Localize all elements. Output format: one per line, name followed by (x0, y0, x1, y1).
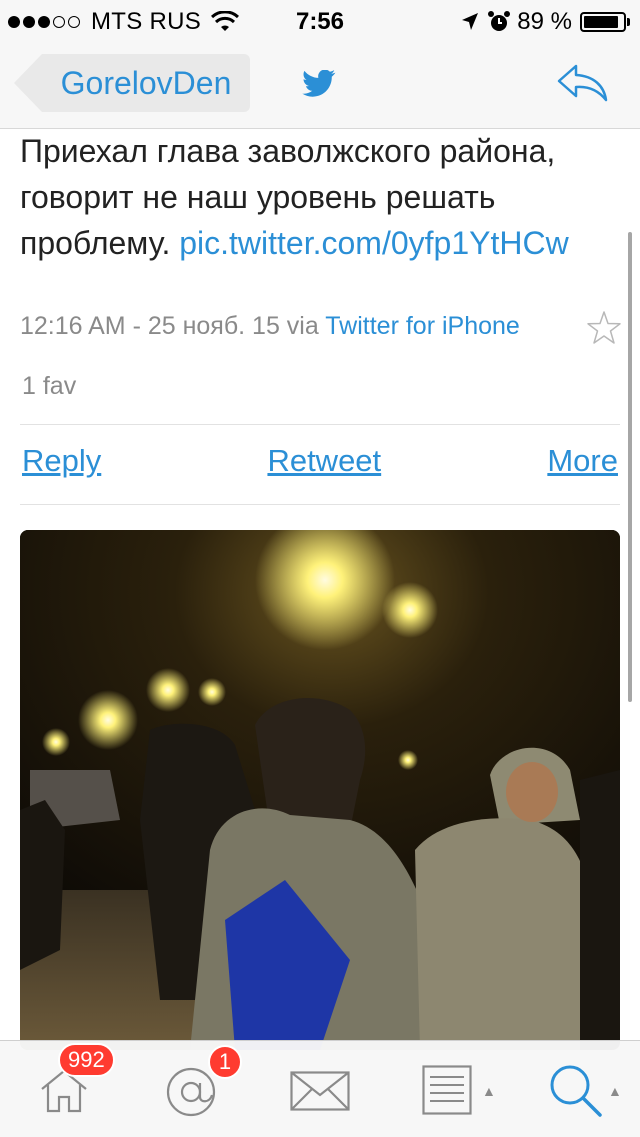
tweet-timestamp: 12:16 AM - 25 нояб. 15 via (20, 312, 319, 340)
tweet-link[interactable]: pic.twitter.com/0yfp1YtHCw (179, 225, 568, 261)
more-button[interactable]: More (547, 443, 618, 479)
mentions-badge: 1 (208, 1045, 242, 1079)
status-bar: MTS RUS 7:56 89 % (0, 0, 640, 40)
status-right: 89 % (461, 8, 630, 36)
tweet-meta: 12:16 AM - 25 нояб. 15 via Twitter for i… (20, 312, 620, 341)
tweet-photo[interactable] (20, 530, 620, 1050)
battery-icon (580, 12, 626, 32)
twitter-bird-icon (302, 70, 336, 97)
alarm-icon (488, 11, 511, 31)
tweet-source-link[interactable]: Twitter for iPhone (325, 312, 520, 340)
caret-up-icon: ▲ (482, 1083, 496, 1099)
mentions-icon (166, 1067, 216, 1117)
battery-level (584, 16, 618, 28)
lists-icon (422, 1065, 472, 1115)
tab-lists[interactable]: ▲ (384, 1041, 512, 1137)
home-badge: 992 (58, 1043, 115, 1077)
tweet-actions: Reply Retweet More (22, 443, 618, 479)
tab-bar: 992 1 ▲ ▲ (0, 1040, 640, 1137)
star-icon[interactable] (586, 310, 622, 346)
location-arrow-icon (462, 13, 479, 30)
tweet-text: Приехал глава заволжского района, говори… (20, 128, 620, 266)
battery-tip (627, 18, 630, 26)
tab-mentions[interactable]: 1 (128, 1041, 256, 1137)
scroll-indicator[interactable] (628, 232, 632, 702)
fav-count: 1 fav (22, 372, 77, 400)
tab-search[interactable]: ▲ (512, 1041, 640, 1137)
retweet-button[interactable]: Retweet (267, 443, 381, 479)
search-icon (550, 1065, 602, 1117)
caret-up-icon: ▲ (608, 1083, 622, 1099)
back-button[interactable]: GorelovDen (14, 54, 250, 112)
night-street-photo (20, 530, 620, 1050)
messages-icon (290, 1071, 350, 1111)
divider (20, 424, 620, 425)
tab-home[interactable]: 992 (0, 1041, 128, 1137)
divider (20, 504, 620, 505)
back-button-label: GorelovDen (42, 54, 250, 112)
reply-arrow-icon[interactable] (556, 62, 610, 104)
reply-button[interactable]: Reply (22, 443, 101, 479)
back-arrow-shape (14, 54, 42, 112)
battery-percent: 89 % (517, 8, 572, 35)
tab-messages[interactable] (256, 1041, 384, 1137)
